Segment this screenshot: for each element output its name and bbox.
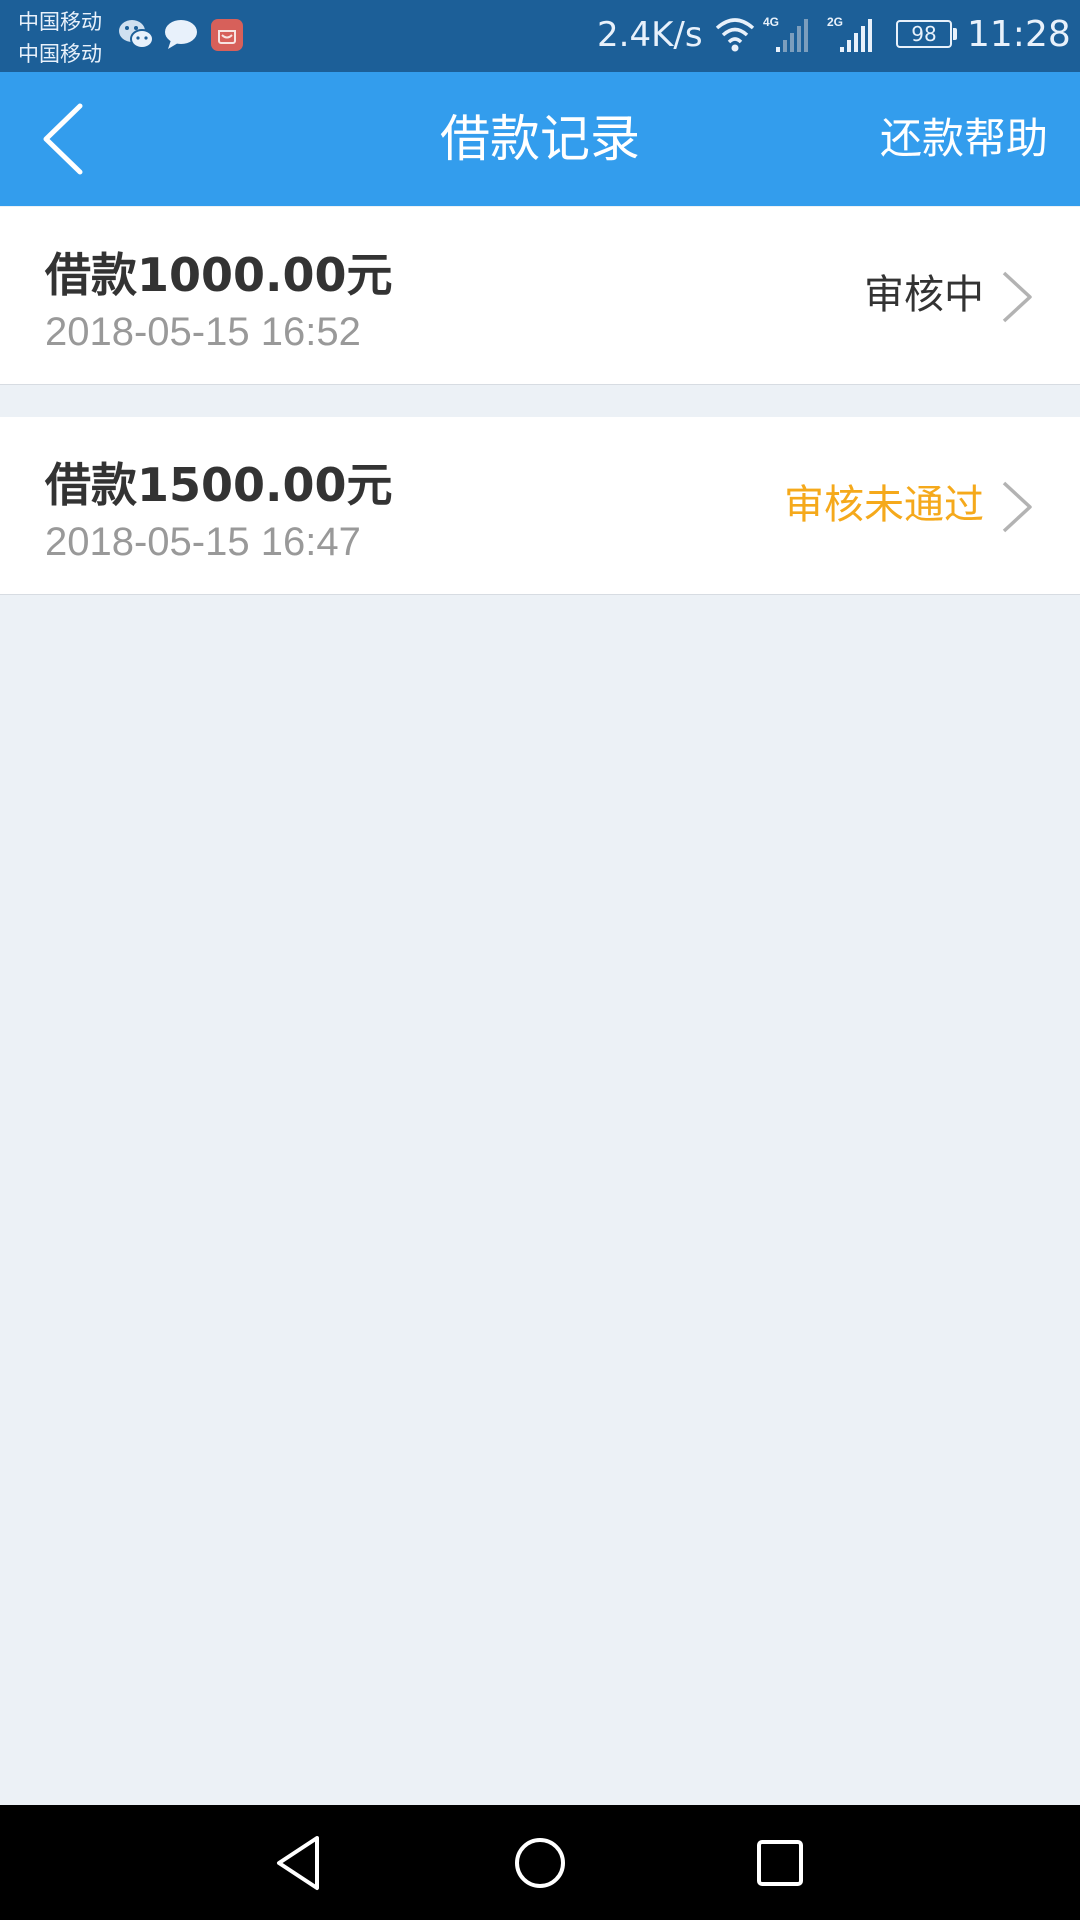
- loan-time: 2018-05-15 16:52: [45, 310, 361, 354]
- message-icon: [165, 20, 197, 49]
- carrier-2: 中国移动: [18, 42, 102, 66]
- nav-home-button[interactable]: [505, 1828, 575, 1898]
- square-recents-icon: [757, 1840, 803, 1886]
- battery-tip: [953, 28, 957, 40]
- system-navigation-bar: [0, 1805, 1080, 1920]
- carrier-info: 中国移动 中国移动: [18, 6, 102, 70]
- signal-2g-icon: 2G: [827, 15, 872, 52]
- nav-recents-button[interactable]: [745, 1828, 815, 1898]
- wifi-icon: [715, 18, 755, 52]
- page-title: 借款记录: [440, 110, 640, 168]
- loan-time: 2018-05-15 16:47: [45, 520, 361, 564]
- triangle-back-icon: [277, 1836, 319, 1890]
- signal-4g-icon: 4G: [763, 15, 808, 52]
- network-speed: 2.4K/s: [597, 15, 703, 55]
- clock: 11:28: [967, 14, 1071, 55]
- circle-home-icon: [515, 1838, 565, 1888]
- chevron-right-icon: [1002, 271, 1032, 323]
- battery-icon: 98: [896, 20, 952, 48]
- carrier-1: 中国移动: [18, 10, 102, 34]
- chevron-left-icon: [43, 103, 83, 175]
- loan-status: 审核中: [864, 272, 984, 318]
- battery-level: 98: [911, 22, 937, 46]
- status-bar: 中国移动 中国移动 2.4K/s 4G 2G 98 11:28: [0, 0, 1080, 72]
- network-type-4g-label: 4G: [763, 15, 779, 29]
- repayment-help-button[interactable]: 还款帮助: [880, 72, 1048, 206]
- nav-back-button[interactable]: [265, 1828, 335, 1898]
- loan-record-item[interactable]: 借款1500.00元 2018-05-15 16:47 审核未通过: [0, 417, 1080, 595]
- loan-record-item[interactable]: 借款1000.00元 2018-05-15 16:52 审核中: [0, 207, 1080, 385]
- loan-amount: 借款1000.00元: [45, 248, 393, 302]
- loan-status: 审核未通过: [784, 482, 984, 528]
- title-bar: 借款记录 还款帮助: [0, 72, 1080, 206]
- wechat-icon: [119, 20, 154, 49]
- chevron-right-icon: [1002, 481, 1032, 533]
- network-type-2g-label: 2G: [827, 15, 843, 29]
- loan-amount: 借款1500.00元: [45, 458, 393, 512]
- store-app-icon: [211, 19, 243, 51]
- back-button[interactable]: [30, 94, 100, 184]
